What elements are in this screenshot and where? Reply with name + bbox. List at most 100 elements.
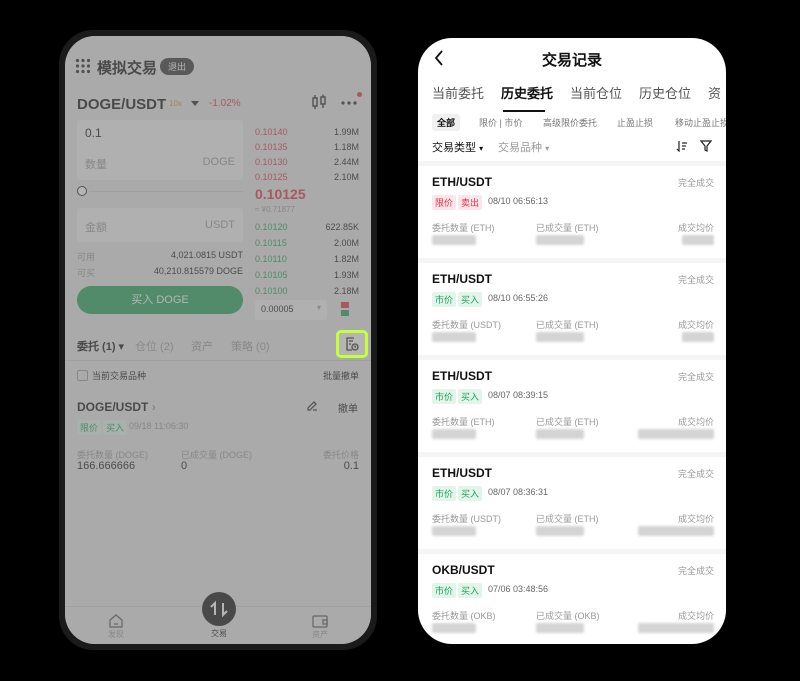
bid-qty[interactable]: 2.18M	[334, 286, 359, 296]
record-status: 完全成交	[677, 469, 714, 479]
record-type-tag: 市价	[432, 583, 457, 598]
edit-icon[interactable]	[307, 400, 318, 411]
tab-4[interactable]: 资	[708, 83, 721, 102]
tab-0[interactable]: 当前委托	[432, 83, 484, 102]
record-avg-label: 成交均价	[677, 320, 714, 330]
filter-icon[interactable]	[700, 140, 712, 152]
ask-price[interactable]: 0.10130	[255, 157, 288, 167]
record-qty-value-blurred	[432, 429, 476, 439]
record-type-tag: 限价	[432, 195, 457, 210]
chevron-down-icon: ▾	[479, 144, 484, 153]
page-title: 交易记录	[541, 52, 602, 69]
tab-1[interactable]: 历史委托	[501, 83, 553, 102]
quantity-unit: DOGE	[202, 156, 235, 168]
ask-qty[interactable]: 2.10M	[334, 172, 359, 182]
precision-value: 0.00005	[261, 304, 294, 314]
record-item[interactable]: ETH/USDT 完全成交 限价 卖出 08/10 06:56:13 委托数量 (ETH)…	[418, 161, 726, 257]
record-item[interactable]: OKB/USDT 完全成交 市价 买入 07/06 03:48:56 委托数量 (OKB)…	[418, 549, 726, 644]
record-side-tag: 买入	[458, 486, 483, 501]
subtab-2[interactable]: 高级限价委托	[538, 114, 602, 131]
record-separator	[418, 452, 726, 457]
bid-qty[interactable]: 2.00M	[334, 238, 359, 248]
open-order-pair[interactable]: DOGE/USDT ›	[77, 400, 156, 414]
amount-input[interactable]: 金额 USDT	[77, 208, 243, 242]
ask-price[interactable]: 0.10140	[255, 127, 288, 137]
cancel-order-button[interactable]: 撤单	[338, 400, 358, 415]
tab-strategy[interactable]: 策略 (0)	[231, 338, 270, 354]
pair-name[interactable]: DOGE/USDT	[77, 96, 166, 113]
open-order-type-tag: 限价	[77, 420, 102, 435]
subtab-0[interactable]: 全部	[432, 114, 461, 131]
subtab-3[interactable]: 止盈止损	[612, 114, 658, 131]
menu-grid-icon[interactable]	[75, 58, 91, 74]
type-filter[interactable]: 交易类型 ▾	[432, 139, 483, 155]
price-input-value: 0.1	[85, 126, 102, 140]
sort-icon[interactable]	[676, 140, 688, 152]
current-pair-checkbox[interactable]	[77, 370, 88, 381]
bid-price[interactable]: 0.10110	[255, 254, 287, 264]
record-pair: ETH/USDT	[432, 175, 492, 189]
precision-select[interactable]: 0.00005 ▾	[255, 300, 327, 320]
type-filter-label: 交易类型	[432, 142, 476, 154]
open-order-side-tag: 买入	[103, 420, 128, 435]
buy-button[interactable]: 买入 DOGE	[77, 286, 243, 314]
record-status: 完全成交	[677, 275, 714, 285]
record-separator	[418, 355, 726, 360]
nav-trade[interactable]: 交易	[201, 592, 237, 639]
bid-price[interactable]: 0.10100	[255, 286, 288, 296]
bid-qty[interactable]: 622.85K	[325, 222, 359, 232]
page-title: 模拟交易	[97, 60, 158, 77]
subtab-4[interactable]: 移动止盈止损	[670, 114, 726, 131]
record-avg-value-blurred	[638, 623, 714, 633]
tab-2[interactable]: 当前仓位	[570, 83, 622, 102]
record-avg-value-blurred	[682, 332, 714, 342]
pair-dropdown-icon[interactable]	[191, 101, 199, 107]
percent-slider[interactable]	[77, 186, 243, 196]
record-avg-value-blurred	[682, 235, 714, 245]
ask-price[interactable]: 0.10135	[255, 142, 288, 152]
bid-price[interactable]: 0.10105	[255, 270, 288, 280]
current-pair-label: 当前交易品种	[92, 371, 147, 381]
record-time: 07/06 03:48:56	[488, 584, 549, 594]
trade-screen: 模拟交易 退出 DOGE/USDT 10x -1.02% 0.1 数量 DOGE…	[65, 36, 371, 644]
record-qty-label: 委托数量 (ETH)	[432, 223, 495, 233]
ask-price[interactable]: 0.10125	[255, 172, 288, 182]
record-item[interactable]: ETH/USDT 完全成交 市价 买入 08/07 08:39:15 委托数量 (ETH)…	[418, 355, 726, 451]
more-options-icon[interactable]	[341, 100, 357, 106]
record-qty-value-blurred	[432, 235, 476, 245]
open-order-price-value: 0.1	[343, 460, 359, 472]
ask-qty[interactable]: 1.18M	[334, 142, 359, 152]
record-pair: ETH/USDT	[432, 466, 492, 480]
nav-discover[interactable]: 发现	[101, 614, 131, 640]
bid-price[interactable]: 0.10120	[255, 222, 288, 232]
chevron-down-icon: ▾	[545, 144, 550, 153]
book-layout-icon[interactable]	[341, 302, 349, 316]
record-filled-label: 已成交量 (OKB)	[536, 611, 600, 621]
record-item[interactable]: ETH/USDT 完全成交 市价 买入 08/07 08:36:31 委托数量 (USDT…	[418, 452, 726, 548]
record-type-tag: 市价	[432, 486, 457, 501]
exit-button[interactable]: 退出	[160, 58, 195, 75]
notification-dot	[357, 92, 362, 97]
trade-history-screen: 交易记录 当前委托 历史委托 当前仓位 历史仓位资 全部 限价 | 市价 高级限价委托 止盈…	[418, 38, 726, 644]
nav-discover-label: 发现	[108, 630, 124, 639]
ask-qty[interactable]: 2.44M	[334, 157, 359, 167]
record-item[interactable]: ETH/USDT 完全成交 市价 买入 08/10 06:55:26 委托数量 (USDT…	[418, 258, 726, 354]
record-time: 08/07 08:39:15	[488, 390, 549, 400]
buy-button-label: 买入 DOGE	[131, 294, 189, 306]
record-filled-label: 已成交量 (ETH)	[536, 514, 599, 524]
bid-qty[interactable]: 1.93M	[334, 270, 359, 280]
nav-assets[interactable]: 资产	[305, 614, 335, 640]
tab-orders[interactable]: 委托 (1) ▾	[77, 338, 124, 354]
ask-qty[interactable]: 1.99M	[334, 127, 359, 137]
bid-qty[interactable]: 1.82M	[334, 254, 359, 264]
subtab-1[interactable]: 限价 | 市价	[474, 114, 527, 131]
quantity-input[interactable]: 数量 DOGE	[77, 144, 243, 180]
product-filter-label: 交易品种	[498, 142, 542, 154]
product-filter[interactable]: 交易品种 ▾	[498, 139, 549, 155]
tab-assets[interactable]: 资产	[191, 338, 213, 354]
bid-price[interactable]: 0.10115	[255, 238, 287, 248]
candlestick-chart-icon[interactable]	[311, 94, 327, 110]
batch-cancel-button[interactable]: 批量撤单	[323, 369, 359, 382]
tab-positions[interactable]: 仓位 (2)	[135, 338, 174, 354]
tab-3[interactable]: 历史仓位	[639, 83, 691, 102]
